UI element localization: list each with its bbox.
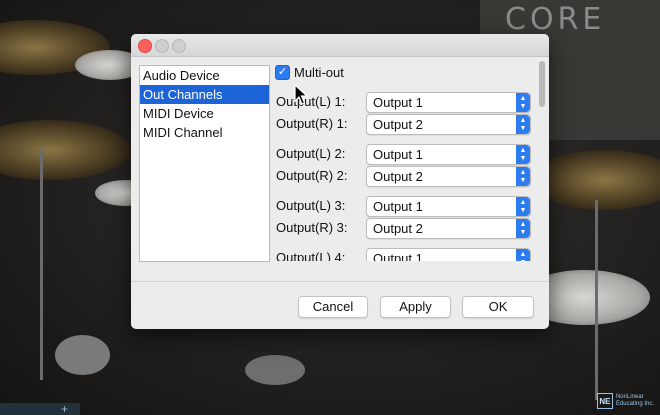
logo-text: NonLinear Educating Inc.: [616, 394, 654, 408]
sidebar-item-out-channels[interactable]: Out Channels: [140, 85, 269, 104]
minimize-window-button[interactable]: [155, 39, 169, 53]
select-arrows-icon: ▲▼: [516, 167, 530, 186]
logo-line1: NonLinear: [615, 394, 644, 400]
output-select-value: Output 2: [373, 169, 423, 184]
output-select-value: Output 1: [373, 251, 423, 261]
output-label: Output(L) 4:: [276, 250, 346, 261]
select-arrows-icon: ▲▼: [516, 145, 530, 164]
output-row: Output(L) 3: Output 1 ▲ ▼: [275, 196, 533, 217]
select-arrows-icon: ▲▼: [516, 219, 530, 238]
sidebar-item-midi-device[interactable]: MIDI Device: [140, 104, 269, 123]
add-tab-icon[interactable]: +: [61, 403, 68, 415]
logo-line2: Educating Inc.: [615, 401, 654, 407]
select-arrows-icon: ▲▼: [516, 93, 530, 112]
output-label: Output(L) 3:: [276, 198, 346, 213]
output-label: Output(R) 1:: [276, 116, 348, 131]
pedal: [55, 335, 110, 375]
output-row: Output(L) 2: Output 1 ▲ ▼: [275, 144, 533, 165]
output-select-value: Output 2: [373, 221, 423, 236]
output-row: Output(R) 3: Output 2 ▲ ▼: [275, 218, 533, 239]
output-label: Output(L) 1:: [276, 94, 346, 109]
sidebar-item-audio-device[interactable]: Audio Device: [140, 66, 269, 85]
cancel-button[interactable]: Cancel: [298, 296, 368, 318]
watermark-logo: NE NonLinear Educating Inc.: [596, 393, 654, 409]
output-select[interactable]: Output 1 ▲▼: [366, 92, 531, 113]
output-row: Output(R) 1: Output 2 ▲ ▼: [275, 114, 533, 135]
multi-out-label[interactable]: Multi-out: [294, 65, 344, 80]
output-select-value: Output 1: [373, 147, 423, 162]
output-select[interactable]: Output 1 ▲▼: [366, 144, 531, 165]
output-select-value: Output 1: [373, 95, 423, 110]
stand-left: [40, 150, 43, 380]
output-label: Output(R) 3:: [276, 220, 348, 235]
output-row: Output(L) 1: Output 1 ▲ ▼: [275, 92, 533, 113]
ok-button[interactable]: OK: [462, 296, 534, 318]
output-select-value: Output 2: [373, 117, 423, 132]
apply-button[interactable]: Apply: [380, 296, 451, 318]
output-select[interactable]: Output 2 ▲ ▼: [366, 218, 531, 239]
mouse-cursor-icon: [294, 84, 308, 105]
multi-out-checkbox[interactable]: ✓: [275, 65, 290, 80]
hihat-pedal: [245, 355, 305, 385]
output-label: Output(R) 2:: [276, 168, 348, 183]
scroll-thumb[interactable]: [539, 61, 545, 107]
output-select[interactable]: Output 1 ▲▼: [366, 196, 531, 217]
cymbal-left-lower: [0, 120, 130, 180]
output-select[interactable]: Output 2 ▲ ▼: [366, 114, 531, 135]
dialog-titlebar[interactable]: [131, 34, 549, 57]
content-scrollbar[interactable]: [537, 61, 547, 261]
output-row: Output(R) 2: Output 2 ▲ ▼: [275, 166, 533, 187]
settings-category-list: Audio Device Out Channels MIDI Device MI…: [139, 65, 270, 262]
output-select[interactable]: Output 1 ▲▼: [366, 248, 531, 261]
select-arrows-icon: ▲▼: [516, 197, 530, 216]
logo-mark: NE: [596, 393, 613, 409]
settings-dialog: Audio Device Out Channels MIDI Device MI…: [131, 34, 549, 329]
dialog-divider: [131, 281, 549, 282]
sidebar-item-midi-channel[interactable]: MIDI Channel: [140, 123, 269, 142]
close-window-button[interactable]: [138, 39, 152, 53]
zoom-window-button[interactable]: [172, 39, 186, 53]
select-arrows-icon: ▲▼: [516, 249, 530, 261]
brand-text: CORE: [505, 2, 606, 37]
select-arrows-icon: ▲▼: [516, 115, 530, 134]
output-select[interactable]: Output 2 ▲ ▼: [366, 166, 531, 187]
out-channels-panel: ✓ Multi-out Output(L) 1: Output 1 ▲ ▼ Out…: [275, 63, 533, 261]
stand-right: [595, 200, 598, 400]
multi-out-row[interactable]: ✓ Multi-out: [275, 65, 344, 80]
output-row: Output(L) 4: Output 1 ▲▼: [275, 248, 533, 261]
output-label: Output(L) 2:: [276, 146, 346, 161]
output-select-value: Output 1: [373, 199, 423, 214]
